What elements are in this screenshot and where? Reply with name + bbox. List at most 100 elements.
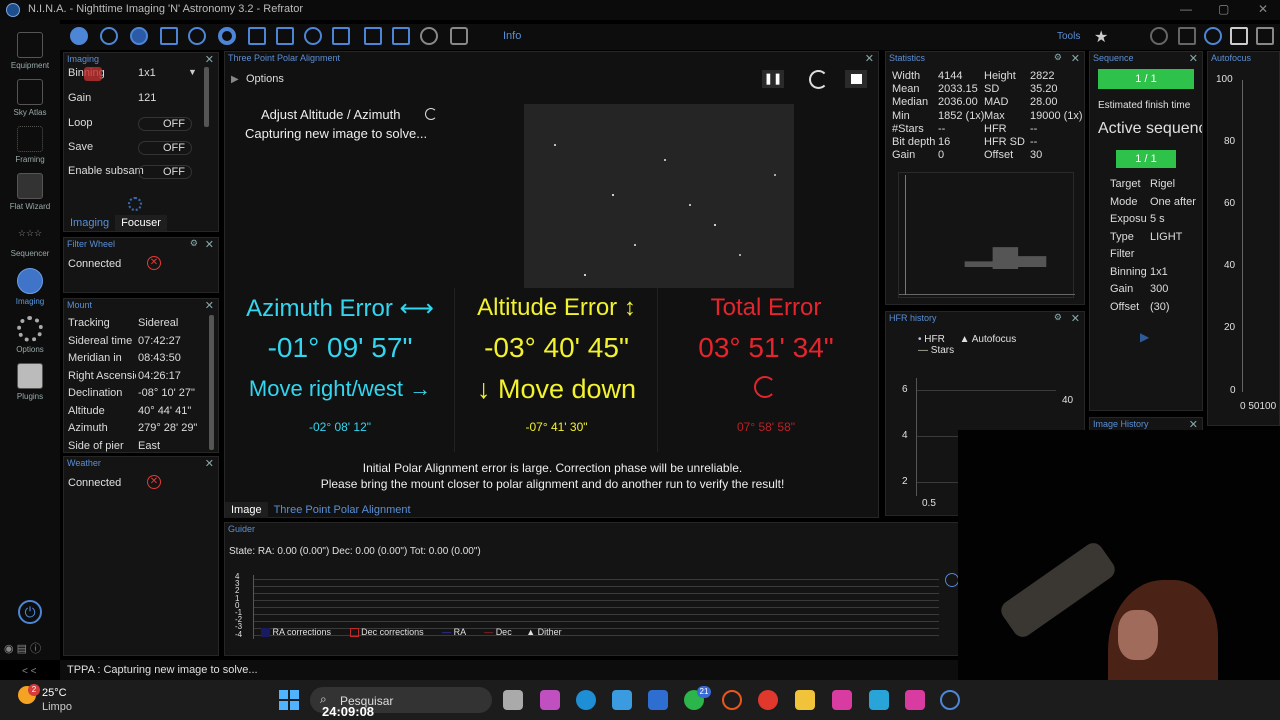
title-bar: N.I.N.A. - Nighttime Imaging 'N' Astrono… [0,0,1280,20]
focuser-icon[interactable] [130,27,148,45]
tool-icon-7[interactable] [1256,27,1274,45]
power-icon[interactable]: ⏻ [18,600,42,624]
subsample-toggle[interactable]: OFF [138,165,192,179]
hfr-xtick: 0.5 [922,498,936,509]
close-icon[interactable]: ✕ [1189,52,1198,65]
minimize-icon[interactable]: — [1180,2,1192,16]
guider-ytick: -4 [235,629,243,639]
filter-wheel-status: Connected [68,258,122,270]
history-icon[interactable] [1204,27,1222,45]
close-icon[interactable]: ✕ [205,299,214,312]
close-icon[interactable]: ✕ [1071,52,1080,65]
close-icon[interactable]: ✕ [1258,2,1268,16]
edge-icon[interactable] [576,690,596,710]
sliders-icon[interactable] [276,27,294,45]
pause-button[interactable]: ❚❚ [762,70,784,88]
tools-label[interactable]: Tools [1057,31,1080,42]
scrollbar[interactable] [209,315,214,450]
guider-icon[interactable] [218,27,236,45]
maximize-icon[interactable]: ▢ [1218,2,1229,16]
sidebar-item-plugins[interactable]: Plugins [0,363,60,401]
camera-icon[interactable] [70,27,88,45]
sidebar-item-options[interactable]: Options [0,316,60,354]
chrome-icon[interactable] [758,690,778,710]
app-logo-icon [6,3,20,17]
tool-icon-6[interactable] [1230,27,1248,45]
info-label[interactable]: Info [503,30,521,42]
shield-icon[interactable] [450,27,468,45]
hfr-legend: • HFR ▲ Autofocus — Stars [918,334,1017,356]
options-label[interactable]: Options [246,73,284,85]
tppa-panel: Three Point Polar Alignment ✕ ▶ Options … [224,51,879,518]
sidebar-item-flat-wizard[interactable]: Flat Wizard [0,173,60,211]
save-toggle[interactable]: OFF [138,141,192,155]
tool-icon-4[interactable] [1178,27,1196,45]
safety-icon[interactable] [304,27,322,45]
binning-select[interactable]: 1x1 [138,67,156,79]
close-icon[interactable]: ✕ [205,457,214,470]
autofocus-panel: Autofocus 100 80 60 40 20 0 0 50100 [1207,51,1280,426]
star-image[interactable] [524,104,794,288]
settings-icon[interactable]: ⚙ [190,238,198,249]
rotator-icon[interactable] [188,27,206,45]
statistics-panel: Statistics ✕ ⚙ Width 4144 Height 2822 Me… [885,51,1085,305]
total-spinner-icon [754,376,776,398]
store-icon[interactable] [612,690,632,710]
nina-taskbar-icon[interactable] [940,690,960,710]
folder-icon[interactable] [795,690,815,710]
tab-imaging[interactable]: Imaging [64,215,115,231]
status-bar: TPPA : Capturing new image to solve... [60,660,960,680]
office-icon[interactable] [722,690,742,710]
settings-icon[interactable]: ⚙ [1054,312,1062,323]
sidebar-item-sky-atlas[interactable]: Sky Atlas [0,79,60,117]
collapse-button[interactable]: < < [22,666,36,677]
switch-icon[interactable] [248,27,266,45]
tab-image[interactable]: Image [225,502,268,518]
app-icon-5[interactable] [648,690,668,710]
stats-icon[interactable] [364,27,382,45]
hfr-ytick: 2 [902,476,908,487]
histogram: ▁▄▂ [898,172,1075,298]
crosshair-icon[interactable] [160,27,178,45]
tab-focuser[interactable]: Focuser [115,215,167,231]
warning-line2: Please bring the mount closer to polar a… [320,477,785,491]
app-icon-12[interactable] [869,690,889,710]
options-expander-icon[interactable]: ▶ [231,74,239,85]
weather-status: Connected [68,477,122,489]
graph-icon[interactable] [392,27,410,45]
guider-target-icon[interactable] [945,573,959,587]
settings-icon[interactable]: ⚙ [1054,52,1062,63]
close-icon[interactable]: ✕ [205,53,214,66]
filter-wheel-icon[interactable] [100,27,118,45]
framing-icon [17,126,43,152]
close-icon[interactable]: ✕ [205,238,214,251]
loop-toggle[interactable]: OFF [138,117,192,131]
loading-icon [128,197,142,211]
sidebar-item-equipment[interactable]: Equipment [0,32,60,70]
play-icon[interactable]: ▶ [1140,330,1149,344]
app-icon-13[interactable] [905,690,925,710]
total-column: Total Error 03° 51' 34" 07° 58' 58" [658,288,880,452]
star-icon[interactable]: ★ [1094,27,1108,47]
gain-input[interactable]: 121 [138,92,156,104]
tab-tppa[interactable]: Three Point Polar Alignment [268,502,417,518]
dome-icon[interactable] [332,27,350,45]
app-icon-11[interactable] [832,690,852,710]
close-icon[interactable]: ✕ [1071,312,1080,325]
sidebar-item-imaging[interactable]: Imaging [0,268,60,306]
lightbulb-icon[interactable] [420,27,438,45]
af-ytick: 20 [1224,322,1236,333]
stop-button[interactable] [845,70,867,88]
disconnected-icon[interactable]: ✕ [147,256,161,270]
sidebar-item-framing[interactable]: Framing [0,126,60,164]
close-icon[interactable]: ✕ [865,52,874,65]
task-view-icon[interactable] [503,690,523,710]
sequence-progress: 1 / 1 [1098,69,1194,89]
tool-icon-3[interactable] [1150,27,1168,45]
chevron-down-icon[interactable]: ▼ [188,67,197,77]
windows-start-icon[interactable] [279,690,299,710]
sidebar-item-sequencer[interactable]: ☆☆☆ Sequencer [0,220,60,258]
disconnected-icon[interactable]: ✕ [147,475,161,489]
copilot-icon[interactable] [540,690,560,710]
scrollbar[interactable] [204,67,209,127]
